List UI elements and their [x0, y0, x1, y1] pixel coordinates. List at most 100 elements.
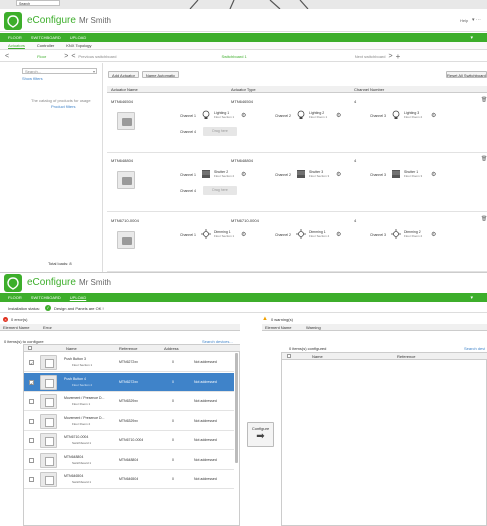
app1-sidebar-filters-link[interactable]: Product filters	[51, 104, 75, 109]
device-status: Not addressed	[194, 457, 217, 462]
channel-label: Channel 4	[180, 130, 196, 134]
row-checkbox[interactable]: ✓	[29, 379, 34, 386]
channel-settings-icon[interactable]: ⚙	[241, 231, 246, 238]
name-automatic-button[interactable]: Name Automatic	[142, 71, 179, 78]
delete-actuator-icon[interactable]: 🗑	[481, 156, 487, 162]
channel-settings-icon[interactable]: ⚙	[336, 231, 341, 238]
device-reference: MTN648804	[119, 457, 139, 462]
row-checkbox[interactable]	[29, 399, 34, 404]
delete-actuator-icon[interactable]: 🗑	[481, 216, 487, 222]
select-all-checkbox[interactable]	[28, 346, 32, 350]
row-checkbox[interactable]	[29, 438, 34, 443]
col-channel-number[interactable]: Channel Number	[354, 87, 384, 92]
warnings-col-element[interactable]: Element Name	[265, 325, 291, 330]
tab-actuators[interactable]: Actuators	[8, 43, 25, 48]
nav-add-switchboard-icon[interactable]: +	[396, 52, 401, 61]
device-reference: MTN6329xx	[119, 418, 138, 423]
warnings-col-warning[interactable]: Warning	[306, 325, 321, 330]
browser-search-text: Search	[19, 2, 31, 6]
col-actuator-name[interactable]: Actuator Name	[111, 87, 138, 92]
configured-col-name[interactable]: Name	[312, 354, 323, 359]
nav-next-switchboard[interactable]: Next switchboard	[355, 54, 386, 59]
channel-label: Channel 3	[370, 114, 386, 118]
channel-drop-zone[interactable]: Drag here	[203, 186, 237, 195]
app1-menu-upload[interactable]: UPLOAD	[70, 35, 86, 40]
actuator-name: MTN6710-0004	[111, 218, 139, 223]
row-checkbox[interactable]	[29, 477, 34, 482]
table-row[interactable]: ✓ Push Button 3 Floor Section 1 MTN6272xx 0 N…	[24, 353, 234, 372]
sidebar-search-dropdown-icon[interactable]: ▾	[93, 69, 95, 74]
device-location: Floor Room 2	[72, 421, 91, 426]
channel-settings-icon[interactable]: ⚙	[241, 112, 246, 119]
nav-floor-label[interactable]: Floor	[37, 54, 46, 59]
app1-menu-floor[interactable]: FLOOR	[8, 35, 22, 40]
nav-switchboard-prev-icon[interactable]: <	[71, 53, 75, 60]
app1-menu-switchboard[interactable]: SWITCHBOARD	[31, 35, 61, 40]
app1-sidebar: Search... ▾ Show filters The catalog of …	[0, 63, 103, 273]
channel-settings-icon[interactable]: ⚙	[431, 171, 436, 178]
bulb-icon	[201, 110, 211, 120]
table-row[interactable]: MTN6710-0004 Switchboard 1 MTN6710-0004 0 No…	[24, 431, 234, 450]
tab-controller[interactable]: Controller	[37, 43, 54, 48]
app1-sidebar-search-input[interactable]: Search... ▾	[22, 68, 97, 74]
col-actuator-type[interactable]: Actuator Type	[231, 87, 256, 92]
channel-drop-zone[interactable]: Drag here	[203, 127, 237, 136]
nav-prev-switchboard[interactable]: Previous switchboard	[78, 54, 116, 59]
configured-search[interactable]: Search devi	[464, 346, 485, 351]
errors-col-error[interactable]: Error	[43, 325, 52, 330]
nav-next-arrow-icon[interactable]: >	[64, 53, 68, 60]
app1-help-link[interactable]: Help	[460, 18, 468, 23]
configured-col-reference[interactable]: Reference	[397, 354, 415, 359]
table-row[interactable]: MTN646504 Switchboard 1 MTN646504 0 Not addr…	[24, 470, 234, 489]
col-reference[interactable]: Reference	[119, 346, 137, 351]
row-checkbox[interactable]	[29, 418, 34, 424]
row-checkbox[interactable]	[29, 457, 34, 463]
col-name[interactable]: Name	[66, 346, 77, 351]
configured-select-all-checkbox[interactable]	[287, 354, 291, 358]
warnings-table-header: Element Name Warning	[262, 324, 487, 331]
actuator-name: MTN646504	[111, 99, 134, 104]
table-row[interactable]: ✓ Push Button 4 Floor Section 2 MTN6272xx 0 N…	[24, 372, 234, 392]
browser-map-lines	[189, 0, 309, 9]
actuator-table-header: Actuator Name Actuator Type Channel Numb…	[107, 86, 487, 93]
channel-settings-icon[interactable]: ⚙	[336, 112, 341, 119]
to-configure-scrollbar[interactable]	[235, 353, 238, 463]
configure-button[interactable]: Configure ➡	[247, 422, 274, 447]
device-address: 0	[172, 457, 174, 462]
device-reference: MTN6710-0004	[119, 438, 144, 442]
col-address[interactable]: Address	[164, 346, 179, 351]
tab-knx-topology[interactable]: KNX Topology	[66, 43, 91, 48]
channel-label: Channel 2	[275, 114, 291, 118]
add-actuator-button[interactable]: Add Actuator	[108, 71, 139, 78]
reset-all-switchboards-button[interactable]: Reset All Switchboards	[446, 71, 487, 78]
channel-settings-icon[interactable]: ⚙	[336, 171, 341, 178]
table-row[interactable]: MTN648804 Switchboard 1 MTN648804 0 Not addr…	[24, 451, 234, 470]
channel-settings-icon[interactable]: ⚙	[431, 231, 436, 238]
table-row[interactable]: Movement / Presence D... Floor Room 2 MTN6…	[24, 412, 234, 431]
browser-search-input[interactable]: Search	[16, 0, 60, 6]
device-status: Not addressed	[194, 399, 217, 403]
errors-col-element[interactable]: Element Name	[3, 325, 29, 330]
app2-menu-floor[interactable]: FLOOR	[8, 295, 22, 300]
app2-menu-upload[interactable]: UPLOAD	[70, 295, 86, 300]
app2-menu-switchboard[interactable]: SWITCHBOARD	[31, 295, 61, 300]
nav-switchboard-next-icon[interactable]: >	[388, 53, 392, 60]
channel-settings-icon[interactable]: ⚙	[431, 112, 436, 119]
channel-settings-icon[interactable]: ⚙	[241, 171, 246, 178]
delete-actuator-icon[interactable]: 🗑	[481, 97, 487, 103]
app1-menu-dropdown-icon[interactable]: ▾	[470, 35, 473, 41]
actuator-type: MTN648804	[231, 158, 254, 163]
to-configure-search[interactable]: Search devices...	[202, 339, 233, 344]
actuator-device-icon	[122, 118, 132, 126]
app2-header: eConfigure Mr Smith	[0, 272, 487, 292]
app1-show-filters-link[interactable]: Show filters	[22, 76, 43, 81]
device-location: Switchboard 1	[72, 441, 92, 445]
app1-user-menu-icon[interactable]: ▾ ⋯	[472, 17, 481, 23]
table-row[interactable]: Movement / Presence D... Floor Room 1 MTN6…	[24, 392, 234, 411]
row-checkbox[interactable]: ✓	[29, 360, 34, 366]
app2-menu-dropdown-icon[interactable]: ▾	[470, 295, 473, 301]
nav-prev-arrow-icon[interactable]: <	[5, 53, 9, 60]
device-name: Push Button 3	[64, 357, 86, 361]
device-thumbnail	[40, 433, 57, 448]
app1-logo-icon	[7, 15, 19, 28]
